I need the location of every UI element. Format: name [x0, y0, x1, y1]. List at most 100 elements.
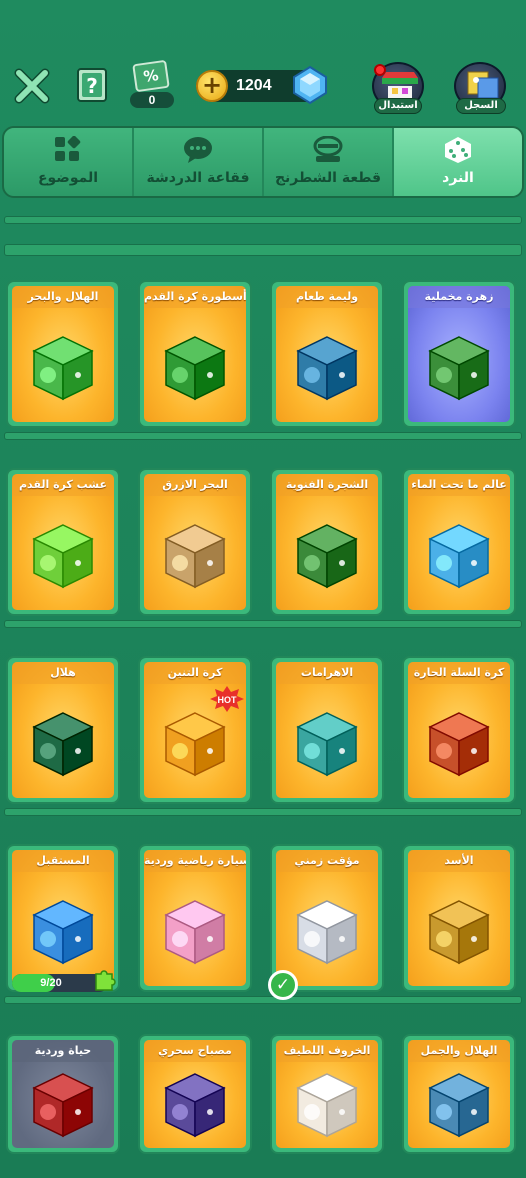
card-background: المستقبل: [12, 850, 114, 986]
dice-title: حياة وردية: [12, 1040, 114, 1062]
tab-label: قطعة الشطرنج: [274, 170, 382, 186]
dice-card[interactable]: الاهرامات: [270, 656, 384, 804]
dice-card[interactable]: الهلال والبحر: [6, 280, 120, 428]
dice-card[interactable]: كرة السلة الحارة: [402, 656, 516, 804]
timer-dice-icon: [296, 899, 358, 964]
help-button[interactable]: ?: [76, 67, 108, 103]
card-background: عالم ما تحت الماء: [408, 474, 510, 610]
dice-card[interactable]: البحر الازرق: [138, 468, 252, 616]
hot-badge: HOT: [210, 686, 244, 712]
add-coins-button[interactable]: +: [196, 70, 228, 102]
tab-chat-bubble[interactable]: فقاعة الدردشة: [134, 128, 264, 196]
dice-title: الهلال والبحر: [12, 286, 114, 308]
chat-bubble-icon: [184, 137, 212, 163]
exchange-button[interactable]: استبدال: [372, 62, 424, 114]
football-legend-dice-icon: [164, 335, 226, 400]
dice-title: كرة التنين: [144, 662, 246, 684]
dice-card[interactable]: الأسد: [402, 844, 516, 992]
dice-title: البحر الازرق: [144, 474, 246, 496]
card-background: الهلال والبحر: [12, 286, 114, 422]
exchange-label: استبدال: [374, 98, 422, 114]
card-background: الخروف اللطيف: [276, 1040, 378, 1148]
dice-icon: [445, 137, 471, 163]
future-dice-icon: [32, 899, 94, 964]
dragon-dice-icon: [164, 711, 226, 776]
dice-title: كرة السلة الحارة: [408, 662, 510, 684]
dice-card[interactable]: أسطورة كرة القدم: [138, 280, 252, 428]
tab-label: الموضوع: [37, 170, 99, 186]
dice-title: عالم ما تحت الماء: [408, 474, 510, 496]
magic-lamp-dice-icon: [164, 1072, 226, 1137]
card-background: هلال: [12, 662, 114, 798]
card-background: كرة التنين HOT: [144, 662, 246, 798]
gem-icon: [293, 65, 327, 105]
underwater-dice-icon: [428, 523, 490, 588]
tree-dice-icon: [296, 523, 358, 588]
top-bar: ? % 0 + 1204 استبدال السجل: [0, 0, 526, 125]
help-icon: ?: [77, 68, 107, 102]
card-background: الاهرامات: [276, 662, 378, 798]
chess-piece-icon: [313, 136, 343, 162]
card-background: الأسد: [408, 850, 510, 986]
shelf-divider: [4, 432, 522, 440]
dice-card[interactable]: كرة التنين HOT: [138, 656, 252, 804]
anchor-dice-icon: [164, 523, 226, 588]
dice-card[interactable]: عشب كرة القدم: [6, 468, 120, 616]
roses-dice-icon: [32, 1072, 94, 1137]
dice-card[interactable]: الخروف اللطيف: [270, 1034, 384, 1154]
card-background: مؤقت زمني: [276, 850, 378, 986]
discount-button[interactable]: % 0: [126, 59, 176, 110]
dice-card[interactable]: مؤقت زمني ✓: [268, 844, 384, 1000]
dice-card[interactable]: زهرة مخملية: [402, 280, 516, 428]
dice-title: الأسد: [408, 850, 510, 872]
dice-title: زهرة مخملية: [408, 286, 510, 308]
dice-title: مصباح سحري: [144, 1040, 246, 1062]
card-background: البحر الازرق: [144, 474, 246, 610]
dice-card[interactable]: وليمة طعام: [270, 280, 384, 428]
close-icon: [14, 68, 50, 104]
dice-card[interactable]: الشجرة الفنوية: [270, 468, 384, 616]
tab-theme[interactable]: الموضوع: [4, 128, 134, 196]
card-background: حياة وردية: [12, 1040, 114, 1148]
dice-card[interactable]: مصباح سحري: [138, 1034, 252, 1154]
card-background: أسطورة كرة القدم: [144, 286, 246, 422]
progress-text: 9/20: [40, 977, 62, 989]
card-background: الهلال والجمل: [408, 1040, 510, 1148]
hot-label: HOT: [218, 695, 238, 705]
history-label: السجل: [456, 98, 506, 114]
dice-title: الشجرة الفنوية: [276, 474, 378, 496]
crescent-sea-dice-icon: [32, 335, 94, 400]
pharaoh-dice-icon: [296, 711, 358, 776]
card-background: عشب كرة القدم: [12, 474, 114, 610]
camel-dice-icon: [428, 1072, 490, 1137]
crescent-dice-icon: [32, 711, 94, 776]
discount-icon: %: [132, 59, 170, 93]
dice-card[interactable]: سيارة رياضية وردية: [138, 844, 252, 992]
grid-icon: [55, 136, 81, 161]
tab-label: النرد: [442, 170, 474, 186]
card-background: الشجرة الفنوية: [276, 474, 378, 610]
dice-card[interactable]: عالم ما تحت الماء: [402, 468, 516, 616]
shelf-divider: [4, 244, 522, 256]
tab-label: فقاعة الدردشة: [146, 170, 250, 186]
card-background: زهرة مخملية: [408, 286, 510, 422]
dice-card[interactable]: حياة وردية: [6, 1034, 120, 1154]
dice-title: الخروف اللطيف: [276, 1040, 378, 1062]
shelf-divider: [4, 216, 522, 224]
dice-card[interactable]: الهلال والجمل: [402, 1034, 516, 1154]
owned-check-icon: ✓: [268, 970, 298, 1000]
dice-title: الاهرامات: [276, 662, 378, 684]
close-button[interactable]: [14, 68, 50, 104]
tab-dice[interactable]: النرد: [394, 128, 522, 196]
history-button[interactable]: السجل: [454, 62, 508, 114]
pink-car-dice-icon: [164, 899, 226, 964]
dice-card[interactable]: المستقبل 9/20: [6, 844, 120, 992]
dice-title: عشب كرة القدم: [12, 474, 114, 496]
svg-text:?: ?: [86, 74, 98, 98]
card-background: كرة السلة الحارة: [408, 662, 510, 798]
basketball-dice-icon: [428, 711, 490, 776]
tab-chess-piece[interactable]: قطعة الشطرنج: [264, 128, 394, 196]
soccer-ball-dice-icon: [32, 523, 94, 588]
shelf-divider: [4, 620, 522, 628]
dice-card[interactable]: هلال: [6, 656, 120, 804]
